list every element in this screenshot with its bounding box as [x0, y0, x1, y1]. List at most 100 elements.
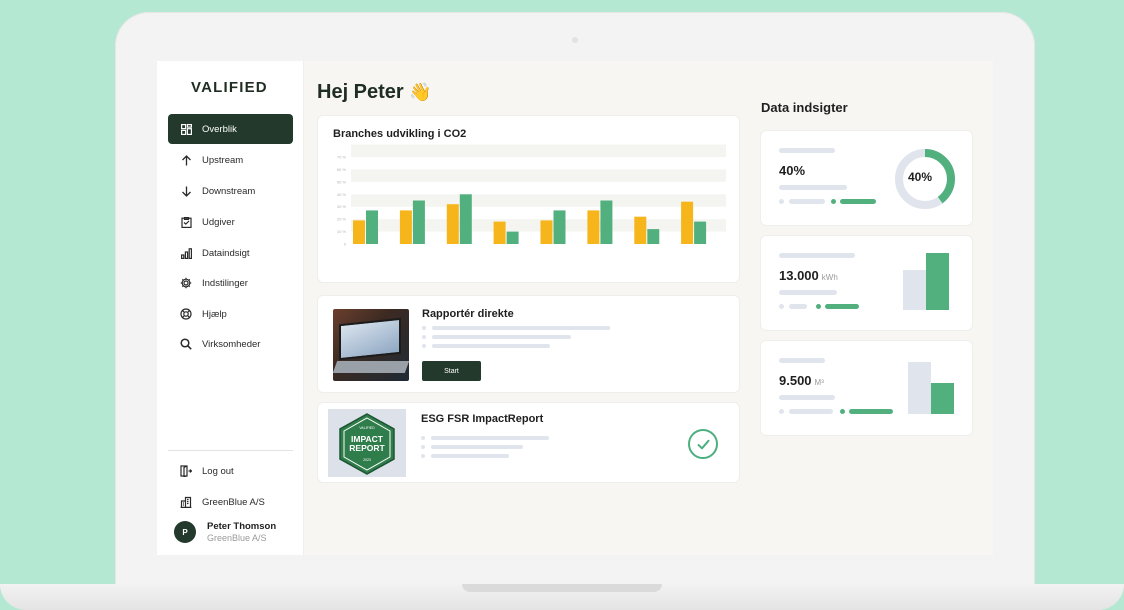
placeholder-line	[422, 344, 550, 348]
start-button[interactable]: Start	[422, 361, 481, 381]
app-screen: VALIFIED Overblik Upstream Downstream Ud…	[157, 61, 993, 555]
comparison-bar-current	[931, 383, 954, 414]
sidebar-item-label: Dataindsigt	[202, 247, 250, 259]
sidebar-item-udgiver[interactable]: Udgiver	[168, 207, 293, 237]
grid-band	[351, 144, 726, 157]
sidebar-item-label: Log out	[202, 465, 234, 477]
comparison-bar-current	[926, 253, 949, 310]
sidebar-item-label: Overblik	[202, 123, 237, 135]
gear-icon	[180, 277, 192, 289]
bar-series-1-2[interactable]	[459, 194, 472, 244]
placeholder-line	[421, 445, 523, 449]
brand-logo[interactable]: VALIFIED	[191, 79, 268, 96]
comparison-bar-baseline	[908, 362, 931, 414]
sidebar-item-label: Hjælp	[202, 308, 227, 320]
bar-series-1-6[interactable]	[647, 229, 660, 244]
y-tick-label: 60 %	[337, 167, 347, 172]
bar-series-1-3[interactable]	[506, 231, 519, 244]
comparison-bar-baseline	[903, 270, 926, 310]
sidebar-item-label: Downstream	[202, 185, 256, 197]
insight-value: 9.500 M³	[779, 373, 824, 388]
bar-series-1-0[interactable]	[366, 210, 378, 244]
grid-band	[351, 169, 726, 182]
grid-icon	[180, 123, 192, 135]
sidebar-item-label: Udgiver	[202, 216, 235, 228]
laptop-camera	[572, 37, 578, 43]
sidebar-item-indstilinger[interactable]: Indstilinger	[168, 268, 293, 298]
bar-series-0-6[interactable]	[634, 216, 647, 244]
y-tick-label: 30 %	[337, 204, 347, 209]
y-tick-label: 10 %	[337, 229, 347, 234]
esg-report-card: VALIFIED IMPACT REPORT 2023 ESG FSR Impa…	[317, 402, 740, 483]
bar-series-1-7[interactable]	[694, 221, 707, 244]
building-icon	[180, 496, 192, 508]
esg-title: ESG FSR ImpactReport	[421, 413, 544, 425]
bar-series-0-1[interactable]	[399, 210, 412, 244]
bar-series-0-0[interactable]	[353, 220, 365, 244]
badge-line-2: REPORT	[349, 443, 385, 453]
y-tick-label: 50 %	[337, 179, 347, 184]
logout-button[interactable]: Log out	[168, 456, 293, 486]
placeholder-line	[422, 326, 610, 330]
co2-chart-card: Branches udvikling i CO2 0 10 % 20 % 30 % 40…	[317, 115, 740, 283]
waving-hand-emoji: 👋	[409, 82, 432, 102]
insight-card-water[interactable]: 9.500 M³	[760, 340, 973, 436]
sidebar-item-label: Upstream	[202, 154, 244, 166]
placeholder-line	[422, 335, 571, 339]
bar-series-0-2[interactable]	[446, 204, 459, 244]
search-icon	[180, 338, 192, 350]
y-tick-label: 20 %	[337, 217, 347, 222]
logout-icon	[180, 465, 192, 477]
company-switcher[interactable]: GreenBlue A/S	[168, 487, 293, 517]
bar-chart-icon	[180, 247, 192, 259]
sidebar-item-label: Virksomheder	[202, 338, 261, 350]
co2-bar-chart: 0 10 % 20 % 30 % 40 % 50 % 60 % 70 %	[337, 144, 726, 247]
bar-series-0-5[interactable]	[587, 210, 600, 244]
sidebar: VALIFIED Overblik Upstream Downstream Ud…	[157, 61, 304, 555]
page-title: Hej Peter 👋	[317, 81, 432, 104]
sidebar-item-downstream[interactable]: Downstream	[168, 176, 293, 206]
y-tick-label: 40 %	[337, 192, 347, 197]
arrow-down-icon	[180, 185, 192, 197]
insight-card-energy[interactable]: 13.000 kWh	[760, 235, 973, 331]
bar-series-1-5[interactable]	[600, 200, 613, 245]
bar-series-0-4[interactable]	[540, 220, 553, 244]
donut-label: 40%	[908, 170, 933, 184]
avatar: P	[174, 521, 196, 543]
sidebar-item-dataindsigt[interactable]: Dataindsigt	[168, 238, 293, 268]
badge-brand: VALIFIED	[359, 426, 375, 430]
insight-value: 13.000 kWh	[779, 268, 838, 283]
bar-series-1-1[interactable]	[412, 200, 425, 245]
sidebar-item-label: Indstilinger	[202, 277, 248, 289]
badge-year: 2023	[363, 458, 371, 462]
clipboard-icon	[180, 216, 192, 228]
laptop-photo	[333, 309, 409, 381]
report-title: Rapportér direkte	[422, 308, 514, 320]
sidebar-item-virksomheder[interactable]: Virksomheder	[168, 329, 293, 359]
laptop-notch	[462, 584, 662, 592]
bar-series-1-4[interactable]	[553, 210, 566, 244]
lifebuoy-icon	[180, 308, 192, 320]
y-tick-label: 70 %	[337, 155, 347, 160]
impact-report-badge: VALIFIED IMPACT REPORT 2023	[328, 409, 406, 477]
sidebar-divider	[168, 450, 293, 451]
grid-band	[351, 194, 726, 207]
user-profile[interactable]: P Peter Thomson GreenBlue A/S	[174, 521, 276, 543]
sidebar-item-upstream[interactable]: Upstream	[168, 145, 293, 175]
completed-check-icon[interactable]	[688, 429, 718, 459]
placeholder-line	[421, 454, 509, 458]
report-card: Rapportér direkte Start	[317, 295, 740, 393]
sidebar-item-label: GreenBlue A/S	[202, 496, 265, 508]
arrow-up-icon	[180, 154, 192, 166]
sidebar-item-overblik[interactable]: Overblik	[168, 114, 293, 144]
bar-series-0-7[interactable]	[681, 201, 694, 244]
insight-card-percentage[interactable]: 40% 40%	[760, 130, 973, 226]
bar-series-0-3[interactable]	[493, 221, 506, 244]
placeholder-line	[421, 436, 549, 440]
insight-value: 40%	[779, 163, 806, 178]
sidebar-item-hjaelp[interactable]: Hjælp	[168, 299, 293, 329]
insights-title: Data indsigter	[761, 100, 848, 115]
y-tick-label: 0	[344, 242, 347, 247]
greeting-text: Hej Peter	[317, 81, 404, 103]
user-name: Peter Thomson	[207, 521, 277, 532]
